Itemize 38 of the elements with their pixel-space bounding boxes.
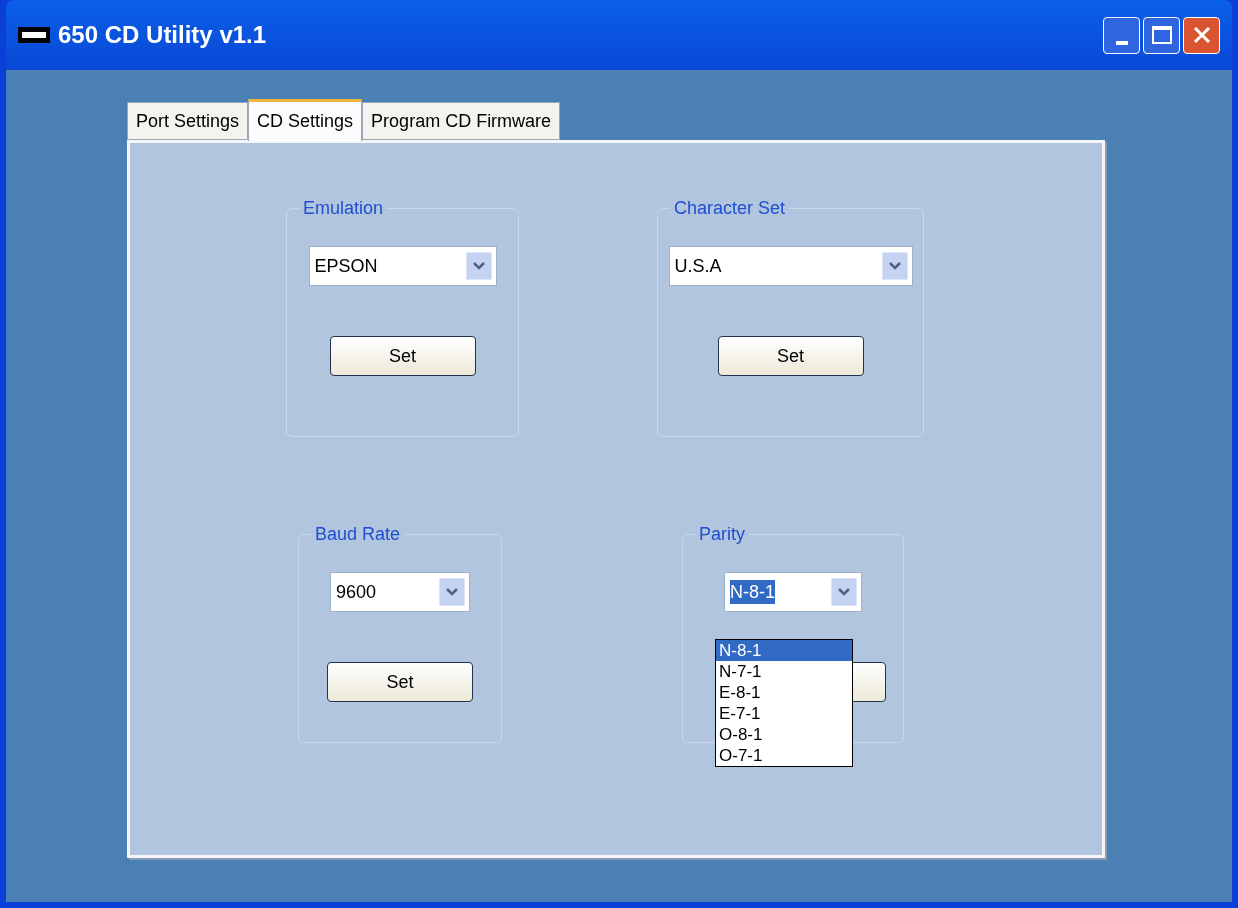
dropdown-field[interactable]: 9600 xyxy=(330,572,470,612)
window-title: 650 CD Utility v1.1 xyxy=(58,20,267,50)
group-title: Baud Rate xyxy=(314,523,402,546)
chevron-down-icon xyxy=(888,262,901,270)
chevron-down-icon xyxy=(838,588,850,596)
tab[interactable]: Program CD Firmware xyxy=(362,102,561,140)
dropdown-arrow-button[interactable] xyxy=(831,578,857,606)
dropdown-value: EPSON xyxy=(314,255,378,278)
dropdown-field[interactable]: EPSON xyxy=(308,246,497,286)
dropdown-arrow-button[interactable] xyxy=(439,578,465,606)
dropdown-value: N-8-1 xyxy=(730,580,775,604)
dropdown-arrow-button[interactable] xyxy=(881,252,908,280)
maximize-button[interactable] xyxy=(1143,16,1180,54)
group-title: Emulation xyxy=(302,197,385,220)
dropdown-option[interactable]: N-8-1 xyxy=(716,640,852,661)
dropdown-arrow-button[interactable] xyxy=(465,252,492,280)
dropdown-option[interactable]: O-7-1 xyxy=(716,745,852,766)
app-icon xyxy=(18,27,50,43)
tab[interactable]: Port Settings xyxy=(127,102,249,140)
chevron-down-icon xyxy=(472,262,485,270)
dropdown-value: U.S.A xyxy=(674,255,722,278)
tab[interactable]: CD Settings xyxy=(248,99,363,141)
set-button[interactable]: Set xyxy=(327,662,473,702)
group-title: Character Set xyxy=(673,197,787,220)
dropdown-field[interactable]: U.S.A xyxy=(668,246,913,286)
set-button[interactable]: Set xyxy=(329,336,476,376)
dropdown-option[interactable]: E-7-1 xyxy=(716,703,852,724)
group-title: Parity xyxy=(698,523,746,546)
dropdown-field[interactable]: N-8-1 xyxy=(724,572,862,612)
close-icon xyxy=(1191,25,1212,45)
chevron-down-icon xyxy=(446,588,458,596)
dropdown-option[interactable]: E-8-1 xyxy=(716,682,852,703)
close-button[interactable] xyxy=(1183,16,1220,54)
dropdown-option[interactable]: O-8-1 xyxy=(716,724,852,745)
minimize-button[interactable] xyxy=(1103,16,1140,54)
dropdown-value: 9600 xyxy=(336,581,377,604)
dropdown-option[interactable]: N-7-1 xyxy=(716,661,852,682)
set-button[interactable]: Set xyxy=(717,336,864,376)
